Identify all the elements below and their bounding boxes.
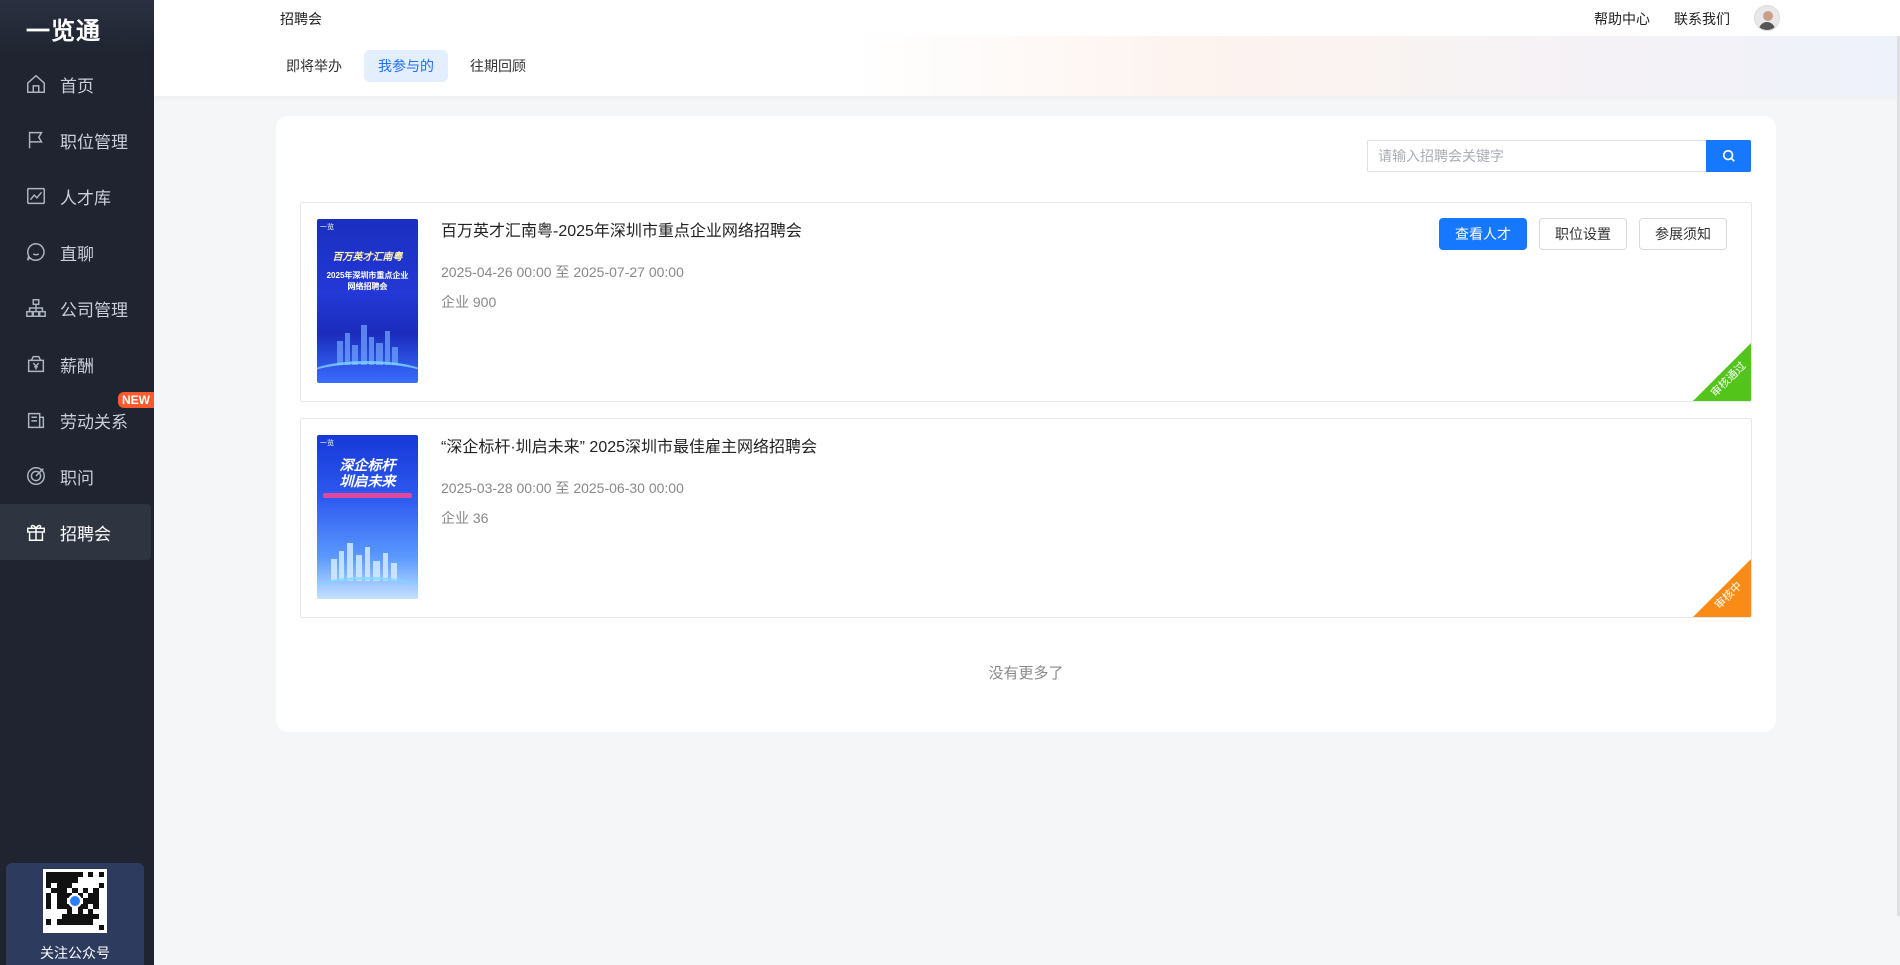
search-button[interactable]	[1706, 140, 1751, 172]
poster-subline: 圳启未来	[339, 473, 396, 489]
target-icon	[24, 464, 48, 488]
org-chart-icon	[24, 296, 48, 320]
fair-poster[interactable]: 一览 百万英才汇南粤 2025年深圳市重点企业 网络招聘会	[317, 219, 418, 383]
sidebar-item-label: 直聊	[60, 244, 94, 264]
sidebar-item-company[interactable]: 公司管理	[0, 280, 154, 336]
no-more-text: 没有更多了	[988, 665, 1064, 682]
qr-panel: 关注公众号	[6, 863, 144, 965]
fair-poster[interactable]: 一览 深企标杆 圳启未来	[317, 435, 418, 599]
sidebar-item-label: 公司管理	[60, 300, 128, 320]
page-title: 招聘会	[280, 11, 322, 27]
sidebar-item-chat[interactable]: 直聊	[0, 224, 154, 280]
new-badge: NEW	[118, 392, 154, 408]
sidebar-item-career-qa[interactable]: 职问	[0, 448, 154, 504]
view-talent-button[interactable]: 查看人才	[1439, 218, 1527, 250]
tab-past[interactable]: 往期回顾	[456, 50, 540, 82]
help-center-link[interactable]: 帮助中心	[1594, 9, 1650, 29]
poster-brand: 一览	[320, 224, 334, 231]
tab-participated[interactable]: 我参与的	[364, 50, 448, 82]
search-icon	[1722, 149, 1735, 162]
skyline-illustration	[337, 325, 398, 365]
avatar-body	[1759, 22, 1775, 30]
tab-upcoming[interactable]: 即将举办	[272, 50, 356, 82]
sidebar-item-labor-relations[interactable]: 劳动关系 NEW	[0, 392, 154, 448]
fair-card[interactable]: 一览 深企标杆 圳启未来 “深企标杆·圳启未来” 2025深圳市最佳雇主网络招聘…	[300, 418, 1752, 618]
poster-subline-2: 网络招聘会	[347, 282, 388, 291]
sidebar-item-label: 人才库	[60, 188, 111, 208]
avatar[interactable]	[1754, 5, 1780, 31]
qr-code	[43, 869, 107, 933]
fair-title[interactable]: 百万英才汇南粤-2025年深圳市重点企业网络招聘会	[441, 217, 802, 241]
sidebar-item-home[interactable]: 首页	[0, 56, 154, 112]
chart-line-icon	[24, 184, 48, 208]
sidebar: 一览通 首页 职位管理 人才库 直聊 公司管理 薪酬 劳动关系 NEW 职问 招…	[0, 0, 154, 965]
avatar-head	[1763, 11, 1773, 21]
sidebar-item-job-fair[interactable]: 招聘会	[0, 504, 151, 560]
sidebar-item-label: 薪酬	[60, 356, 94, 376]
poster-headline: 百万英才汇南粤	[332, 252, 403, 263]
fair-company-count: 企业 900	[441, 294, 497, 310]
tabs-bar: 即将举办 我参与的 往期回顾	[154, 36, 1900, 96]
salary-icon	[24, 352, 48, 376]
sidebar-item-positions[interactable]: 职位管理	[0, 112, 154, 168]
sidebar-item-label: 职位管理	[60, 132, 128, 152]
main-content: 一览 百万英才汇南粤 2025年深圳市重点企业 网络招聘会 百万英才汇南粤-20…	[276, 116, 1776, 732]
sidebar-item-label: 招聘会	[60, 524, 111, 544]
app-logo[interactable]: 一览通	[0, 0, 154, 56]
fair-card[interactable]: 一览 百万英才汇南粤 2025年深圳市重点企业 网络招聘会 百万英才汇南粤-20…	[300, 202, 1752, 402]
search-bar	[1367, 140, 1751, 172]
sidebar-item-label: 劳动关系	[60, 412, 128, 432]
sidebar-item-salary[interactable]: 薪酬	[0, 336, 154, 392]
fair-date: 2025-04-26 00:00 至 2025-07-27 00:00	[441, 264, 684, 280]
exhibitor-notice-button[interactable]: 参展须知	[1639, 218, 1727, 250]
search-input[interactable]	[1367, 140, 1706, 172]
skyline-illustration	[331, 543, 397, 581]
status-badge: 审核中	[1693, 559, 1751, 617]
tabs: 即将举办 我参与的 往期回顾	[272, 50, 540, 82]
fair-company-count: 企业 36	[441, 510, 489, 526]
qr-label: 关注公众号	[40, 945, 110, 961]
poster-brand: 一览	[320, 440, 334, 447]
sidebar-item-label: 职问	[60, 468, 94, 488]
poster-ribbon	[323, 493, 412, 498]
fair-date: 2025-03-28 00:00 至 2025-06-30 00:00	[441, 480, 684, 496]
gift-icon	[24, 520, 48, 544]
qr-logo-icon	[68, 894, 82, 908]
poster-headline: 深企标杆	[339, 457, 396, 473]
home-icon	[24, 72, 48, 96]
fair-title[interactable]: “深企标杆·圳启未来” 2025深圳市最佳雇主网络招聘会	[441, 433, 817, 457]
poster-wave	[317, 577, 418, 599]
poster-wave	[317, 361, 418, 383]
fair-actions: 查看人才 职位设置 参展须知	[1439, 218, 1727, 250]
sidebar-item-label: 首页	[60, 76, 94, 96]
sidebar-item-talent-pool[interactable]: 人才库	[0, 168, 154, 224]
contact-us-link[interactable]: 联系我们	[1674, 9, 1730, 29]
position-settings-button[interactable]: 职位设置	[1539, 218, 1627, 250]
poster-subline: 2025年深圳市重点企业	[326, 271, 409, 280]
top-bar: 招聘会 帮助中心 联系我们	[154, 0, 1900, 36]
status-badge: 审核通过	[1693, 343, 1751, 401]
chat-icon	[24, 240, 48, 264]
top-links: 帮助中心 联系我们	[1594, 9, 1730, 29]
flag-icon	[24, 128, 48, 152]
document-icon	[24, 408, 48, 432]
